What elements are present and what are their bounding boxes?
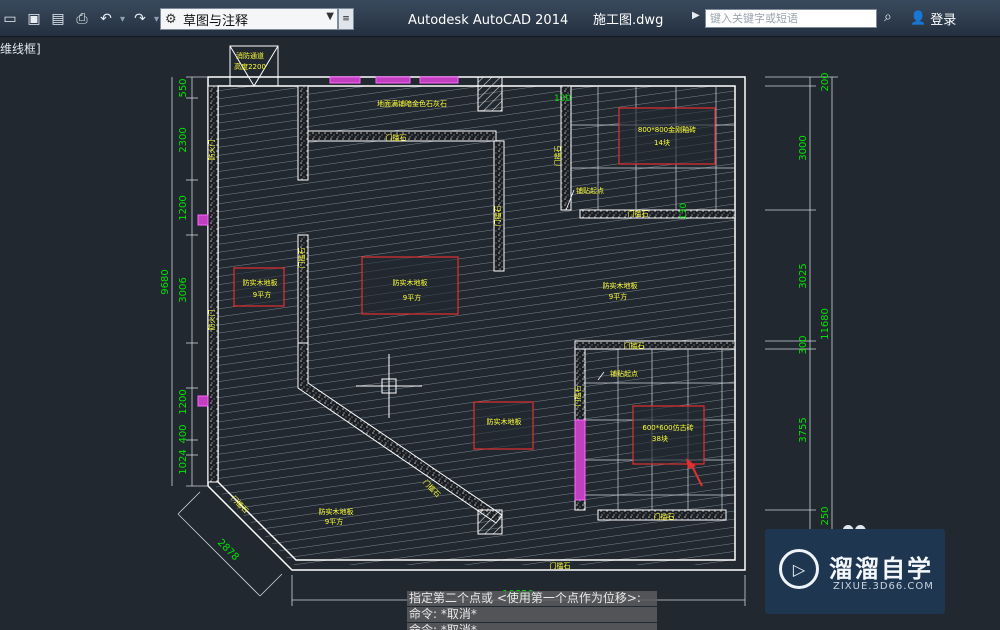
workspace-select[interactable]: ⚙ 草图与注释 ▼ <box>160 8 338 30</box>
label-door-1: 门槛石 <box>386 133 407 142</box>
gear-icon: ⚙ <box>165 11 177 27</box>
binoculars-icon[interactable]: ⌕ <box>884 9 904 25</box>
dim-left-1: 550 <box>178 78 189 97</box>
dim-right-2: 3000 <box>798 135 809 160</box>
dim-right-3: 3025 <box>798 263 809 288</box>
label-small-floor: 防实木地板 <box>487 417 522 426</box>
label-top-band: 地面满铺暗金色石灰石 <box>377 99 447 108</box>
label-right-floor: 防实木地板 <box>603 281 638 290</box>
open-icon[interactable]: ▭ <box>0 9 20 29</box>
chevron-down-icon: ▼ <box>326 11 334 22</box>
customize-qat-button[interactable]: ≡ <box>338 8 354 30</box>
label-bottom-area: 9平方 <box>325 517 343 526</box>
dim-left-6: 400 <box>178 424 189 443</box>
label-door-4: 门槛石 <box>654 512 675 521</box>
label-center-floor: 防实木地板 <box>393 278 428 287</box>
label-tile-800: 800*800金刚釉砖 <box>638 125 696 134</box>
undo-icon[interactable]: ↶ <box>96 9 116 29</box>
label-130-a: 130 <box>554 94 571 104</box>
label-left-area: 9平方 <box>253 290 271 299</box>
watermark: ▷ 溜溜自学 ZIXUE.3D66.COM <box>765 529 945 614</box>
dim-right-1: 200 <box>820 72 831 91</box>
dim-right-5: 3755 <box>798 417 809 442</box>
label-tile-start-1: 铺贴起点 <box>576 186 604 195</box>
file-name: 施工图.dwg <box>593 13 664 28</box>
save-as-icon[interactable]: ▤ <box>48 9 68 29</box>
label-door-5: 门槛石 <box>550 561 571 570</box>
label-tile-start-2: 铺贴起点 <box>610 369 638 378</box>
label-door-3: 门槛石 <box>624 341 645 350</box>
command-history-2: 命令: *取消* <box>407 607 657 622</box>
watermark-url: ZIXUE.3D66.COM <box>833 581 934 592</box>
dim-right-4: 300 <box>798 335 809 354</box>
dim-left-5: 1200 <box>178 389 189 414</box>
play-logo-icon: ▷ <box>779 549 819 589</box>
dim-diag: 2878 <box>215 537 241 563</box>
dim-left-4: 3006 <box>178 277 189 302</box>
wall-label-left-2: 防火门 <box>207 310 216 331</box>
dim-left-7: 1024 <box>178 449 189 474</box>
watermark-name: 溜溜自学 <box>829 555 933 583</box>
title-bar: ▭ ▣ ▤ ⎙ ↶ ▾ ↷ ▾ ⚙ 草图与注释 ▼ ≡ Autodesk Aut… <box>0 0 1000 37</box>
label-130-b: 130 <box>679 203 689 220</box>
redo-icon[interactable]: ↷ <box>130 9 150 29</box>
dim-right-total: 11680 <box>820 308 831 340</box>
dim-left-3: 1200 <box>178 195 189 220</box>
login-label: 登录 <box>930 13 957 28</box>
save-icon[interactable]: ▣ <box>24 9 44 29</box>
plot-icon[interactable]: ⎙ <box>72 9 92 29</box>
label-tile-800-count: 14块 <box>654 138 670 147</box>
fire-exit-label: 消防通道 <box>236 51 264 60</box>
quick-access-toolbar: ▭ ▣ ▤ ⎙ ↶ ▾ ↷ ▾ <box>0 8 164 30</box>
label-right-area: 9平方 <box>609 292 627 301</box>
command-history-1: 指定第二个点或 <使用第一个点作为位移>: <box>407 591 657 606</box>
workspace-label: 草图与注释 <box>183 13 249 29</box>
fire-exit-height: 高度2200 <box>234 62 266 71</box>
search-expand-icon[interactable]: ▶ <box>692 10 704 28</box>
label-door-2: 门槛石 <box>628 209 649 218</box>
window-title: Autodesk AutoCAD 2014 施工图.dwg <box>408 9 663 28</box>
login-button[interactable]: 👤 登录 <box>910 9 956 28</box>
label-center-area: 9平方 <box>403 293 421 302</box>
dim-right-6: 250 <box>820 506 831 525</box>
fire-exit: 消防通道 高度2200 <box>229 45 279 87</box>
wall-label-mid-4: 门槛石 <box>573 386 582 407</box>
label-tile-600: 600*600仿古砖 <box>642 423 693 432</box>
label-bottom-floor: 防实木地板 <box>319 507 354 516</box>
dim-left-2: 2300 <box>178 127 189 152</box>
app-title: Autodesk AutoCAD 2014 <box>408 13 569 28</box>
wall-label-mid-3: 门槛石 <box>553 146 562 167</box>
user-icon: 👤 <box>910 11 927 26</box>
wall-label-mid-1: 门槛石 <box>297 248 306 269</box>
search-input[interactable]: 键入关键字或短语 <box>705 9 877 28</box>
command-history-3: 命令: *取消* <box>407 623 657 630</box>
label-tile-600-count: 38块 <box>652 434 668 443</box>
label-left-floor: 防实木地板 <box>243 278 278 287</box>
dim-left-total: 9680 <box>160 269 171 294</box>
wall-label-left-1: 防火门 <box>207 140 216 161</box>
undo-dropdown-icon[interactable]: ▾ <box>120 14 126 25</box>
wall-label-mid-2: 门槛石 <box>493 206 502 227</box>
